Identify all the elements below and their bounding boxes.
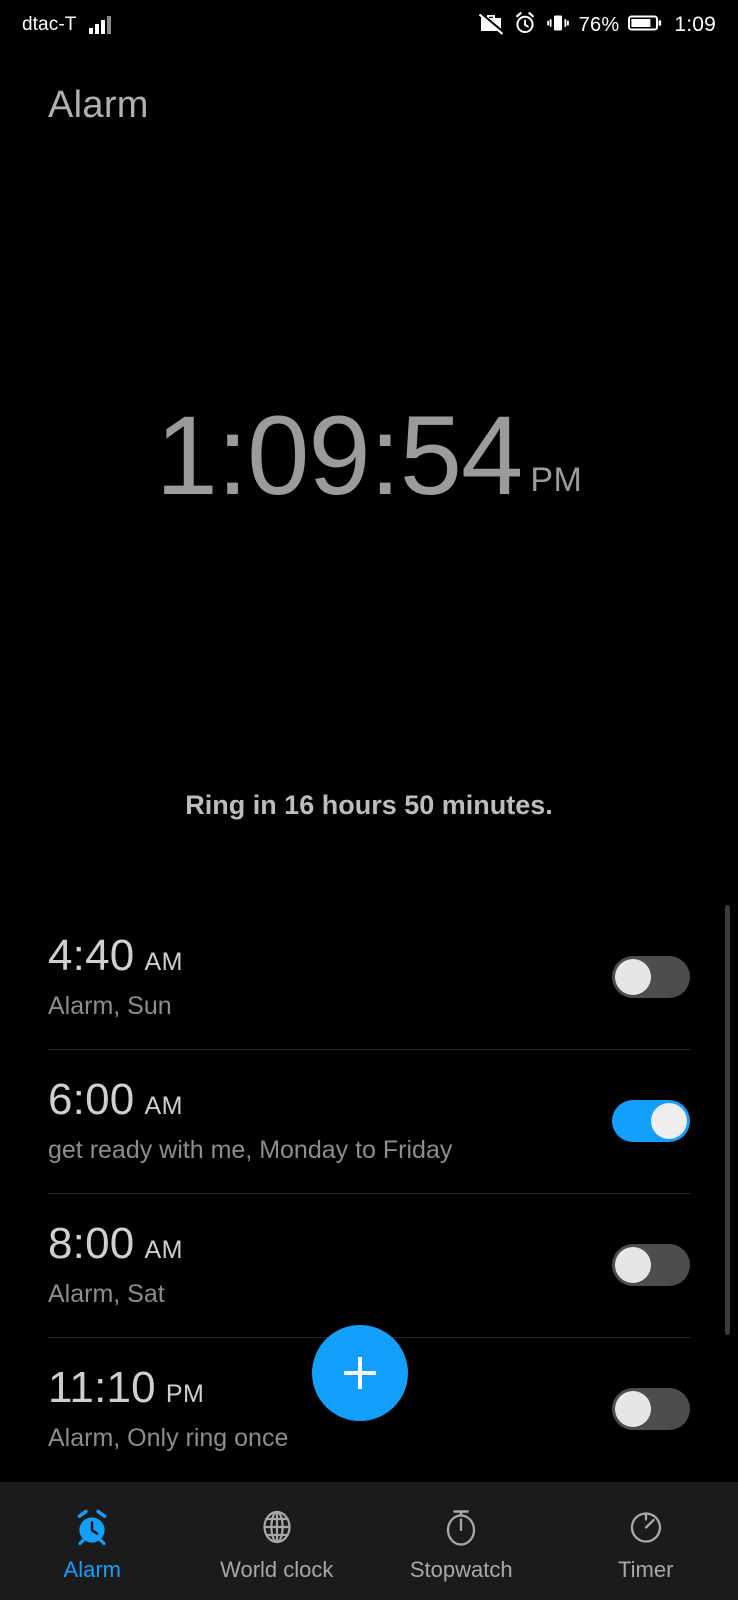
alarm-label: Alarm, Only ring once (48, 1424, 288, 1453)
add-alarm-button[interactable] (312, 1325, 408, 1421)
nav-tab-label: World clock (220, 1557, 333, 1583)
status-bar: dtac-T (0, 0, 738, 50)
timer-icon (626, 1506, 666, 1548)
alarm-time: 11:10 (48, 1365, 156, 1411)
alarm-toggle[interactable] (612, 1388, 690, 1430)
alarm-time: 8:00 (48, 1221, 134, 1267)
status-bar-clock: 1:09 (674, 13, 716, 37)
alarm-time-line: 11:10 PM (48, 1365, 288, 1411)
alarm-toggle[interactable] (612, 1244, 690, 1286)
signal-bars-icon (89, 16, 111, 34)
alarm-period: AM (144, 1092, 183, 1121)
vibrate-icon (546, 11, 570, 40)
current-time-period: PM (530, 461, 582, 500)
alarm-list-item[interactable]: 6:00 AM get ready with me, Monday to Fri… (0, 1049, 738, 1193)
battery-percent-label: 76% (579, 14, 620, 37)
nav-tab-world-clock[interactable]: World clock (185, 1482, 370, 1600)
alarm-label: Alarm, Sun (48, 992, 183, 1021)
alarm-list-item[interactable]: 8:00 AM Alarm, Sat (0, 1193, 738, 1337)
alarm-item-info: 6:00 AM get ready with me, Monday to Fri… (48, 1077, 452, 1164)
nav-tab-stopwatch[interactable]: Stopwatch (369, 1482, 554, 1600)
alarm-toggle[interactable] (612, 1100, 690, 1142)
current-time-display: 1:09:54 PM (0, 400, 738, 512)
alarm-label: Alarm, Sat (48, 1280, 183, 1309)
alarm-time: 4:40 (48, 933, 134, 979)
nav-tab-timer[interactable]: Timer (554, 1482, 738, 1600)
alarm-set-icon (513, 11, 537, 40)
bottom-navigation: Alarm World clock (0, 1482, 738, 1600)
alarm-period: AM (144, 948, 183, 977)
current-time-value: 1:09:54 (156, 400, 523, 512)
nav-tab-label: Alarm (64, 1557, 121, 1583)
alarm-clock-icon (71, 1506, 113, 1548)
status-bar-left: dtac-T (22, 14, 111, 36)
nav-tab-label: Timer (618, 1557, 673, 1583)
carrier-label: dtac-T (22, 14, 76, 36)
alarm-list-item[interactable]: 4:40 AM Alarm, Sun (0, 905, 738, 1049)
alarm-label: get ready with me, Monday to Friday (48, 1136, 452, 1165)
alarm-toggle-knob (615, 1391, 651, 1427)
stopwatch-icon (441, 1506, 481, 1548)
plus-icon (333, 1346, 387, 1400)
alarm-period: PM (166, 1380, 205, 1409)
alarm-toggle-knob (651, 1103, 687, 1139)
alarm-toggle-knob (615, 1247, 651, 1283)
alarm-time-line: 6:00 AM (48, 1077, 452, 1123)
alarm-app-screen: dtac-T (0, 0, 738, 1600)
alarm-time-line: 4:40 AM (48, 933, 183, 979)
alarm-item-info: 4:40 AM Alarm, Sun (48, 933, 183, 1020)
alarm-item-info: 8:00 AM Alarm, Sat (48, 1221, 183, 1308)
alarm-toggle[interactable] (612, 956, 690, 998)
next-alarm-message: Ring in 16 hours 50 minutes. (0, 790, 738, 821)
battery-icon (628, 13, 662, 38)
alarm-item-info: 11:10 PM Alarm, Only ring once (48, 1365, 288, 1452)
globe-icon (257, 1506, 297, 1548)
alarm-time: 6:00 (48, 1077, 134, 1123)
page-title: Alarm (48, 84, 149, 127)
briefcase-slash-icon (478, 11, 504, 40)
alarm-period: AM (144, 1236, 183, 1265)
nav-tab-label: Stopwatch (410, 1557, 513, 1583)
scrollbar-thumb[interactable] (725, 905, 730, 1335)
alarm-toggle-knob (615, 959, 651, 995)
nav-tab-alarm[interactable]: Alarm (0, 1482, 185, 1600)
scrollbar[interactable] (725, 905, 730, 1480)
alarm-time-line: 8:00 AM (48, 1221, 183, 1267)
status-bar-right: 76% 1:09 (478, 11, 716, 40)
